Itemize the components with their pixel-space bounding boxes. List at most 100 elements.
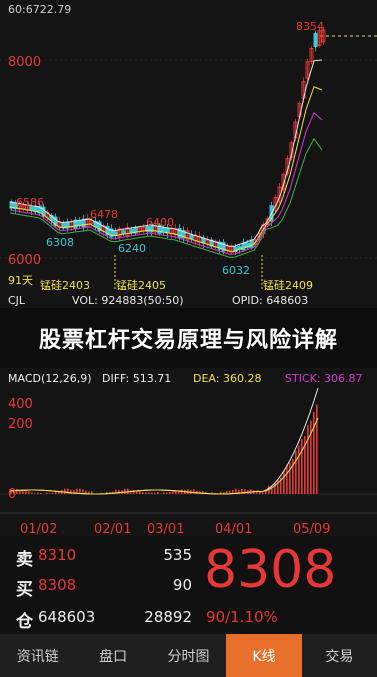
date-label-0201: 02/01 bbox=[94, 522, 131, 536]
price-label-6478: 6478 bbox=[90, 208, 118, 221]
open-interest-value: OPID: 648603 bbox=[232, 294, 309, 307]
contract-label-2405: 锰硅2405 bbox=[116, 278, 166, 292]
macd-bar bbox=[52, 492, 54, 494]
price-change: 90/1.10% bbox=[206, 608, 278, 626]
macd-bar bbox=[31, 492, 33, 494]
macd-bar bbox=[193, 489, 195, 494]
macd-bar bbox=[307, 424, 309, 494]
macd-y-label-400: 400 bbox=[8, 397, 33, 412]
article-banner[interactable]: 股票杠杆交易原理与风险详解 bbox=[0, 308, 377, 368]
sell-row[interactable]: 卖 8310 535 bbox=[16, 542, 196, 570]
macd-line bbox=[9, 387, 319, 495]
macd-bar bbox=[118, 489, 120, 494]
price-label-6032: 6032 bbox=[222, 264, 250, 277]
tab-timeshare[interactable]: 分时图 bbox=[151, 634, 226, 677]
macd-bar bbox=[256, 491, 258, 494]
macd-bar bbox=[277, 479, 279, 494]
macd-bar bbox=[34, 493, 36, 494]
axis-label-top: 8000 bbox=[8, 55, 41, 70]
buy-qty: 90 bbox=[172, 576, 192, 594]
kline-grid bbox=[0, 35, 377, 290]
macd-bar bbox=[139, 490, 141, 494]
sell-label: 卖 bbox=[16, 550, 33, 570]
macd-bar bbox=[169, 491, 171, 494]
last-price: 8308 bbox=[204, 540, 337, 600]
macd-bar bbox=[154, 492, 156, 494]
bottom-tab-bar: 资讯链 盘口 分时图 K线 交易 bbox=[0, 634, 377, 677]
macd-dea: DEA: 360.28 bbox=[193, 372, 262, 385]
macd-lines bbox=[9, 387, 319, 495]
price-label-6308: 6308 bbox=[46, 236, 74, 249]
candle bbox=[313, 32, 318, 48]
banner-title: 股票杠杆交易原理与风险详解 bbox=[38, 328, 338, 353]
candle bbox=[249, 239, 254, 248]
price-label-peak: 8354 bbox=[296, 20, 324, 33]
candle bbox=[189, 234, 194, 240]
volume-symbol: CJL bbox=[8, 294, 26, 307]
kline-chart[interactable]: 60:6722.79 8000 6000 6586 6478 6400 6308… bbox=[0, 0, 377, 300]
macd-bar bbox=[148, 492, 150, 494]
macd-bar bbox=[40, 493, 42, 494]
macd-bar bbox=[313, 411, 315, 494]
macd-bar bbox=[55, 491, 57, 494]
macd-bar bbox=[67, 488, 69, 494]
macd-bars bbox=[10, 404, 318, 494]
macd-bar bbox=[49, 493, 51, 494]
macd-bar bbox=[133, 489, 135, 494]
date-label-0401: 04/01 bbox=[215, 522, 252, 536]
buy-row[interactable]: 买 8308 90 bbox=[16, 572, 196, 600]
position-row: 仓 648603 28892 bbox=[16, 604, 196, 632]
macd-bar bbox=[163, 492, 165, 494]
axis-label-bottom: 6000 bbox=[8, 253, 41, 268]
macd-bar bbox=[166, 492, 168, 494]
macd-name: MACD(12,26,9) bbox=[8, 372, 92, 385]
macd-bar bbox=[244, 489, 246, 494]
macd-bar bbox=[37, 492, 39, 494]
position-qty: 28892 bbox=[144, 608, 192, 626]
price-label-6240: 6240 bbox=[118, 242, 146, 255]
macd-diff: DIFF: 513.71 bbox=[102, 372, 172, 385]
macd-bar bbox=[316, 404, 318, 494]
macd-bar bbox=[286, 464, 288, 494]
tab-news-chain[interactable]: 资讯链 bbox=[0, 634, 75, 677]
macd-bar bbox=[28, 490, 30, 494]
hover-value: 60:6722.79 bbox=[8, 3, 71, 16]
date-label-0301: 03/01 bbox=[147, 522, 184, 536]
date-label-0102: 01/02 bbox=[20, 522, 57, 536]
tab-kline[interactable]: K线 bbox=[226, 634, 302, 677]
macd-grid bbox=[0, 493, 377, 514]
sell-price: 8310 bbox=[38, 546, 77, 564]
position-value: 648603 bbox=[38, 608, 96, 626]
macd-bar bbox=[298, 445, 300, 494]
buy-label: 买 bbox=[16, 580, 33, 600]
macd-bar bbox=[157, 492, 159, 494]
price-label-6586: 6586 bbox=[16, 196, 44, 209]
macd-line bbox=[9, 417, 319, 495]
macd-bar bbox=[295, 450, 297, 494]
contract-label-2403: 锰硅2403 bbox=[40, 278, 90, 292]
macd-bar bbox=[64, 488, 66, 494]
tab-order-book[interactable]: 盘口 bbox=[75, 634, 150, 677]
macd-bar bbox=[151, 492, 153, 494]
macd-bar bbox=[262, 492, 264, 494]
macd-indicator-row[interactable]: MACD(12,26,9) DIFF: 513.71 DEA: 360.28 S… bbox=[0, 368, 377, 386]
macd-bar bbox=[145, 492, 147, 494]
sell-qty: 535 bbox=[163, 546, 192, 564]
date-label-0509: 05/09 bbox=[293, 522, 330, 536]
contract-label-2409: 锰硅2409 bbox=[263, 278, 313, 292]
buy-price: 8308 bbox=[38, 576, 77, 594]
tab-trade[interactable]: 交易 bbox=[302, 634, 377, 677]
volume-value: VOL: 924883(50:50) bbox=[72, 294, 184, 307]
price-label-6400: 6400 bbox=[146, 216, 174, 229]
macd-bar bbox=[172, 491, 174, 494]
position-label: 仓 bbox=[16, 612, 33, 632]
macd-bar bbox=[46, 492, 48, 494]
macd-bar bbox=[70, 489, 72, 494]
macd-bar bbox=[142, 492, 144, 494]
macd-bar bbox=[289, 462, 291, 494]
macd-bar bbox=[301, 439, 303, 494]
macd-bar bbox=[124, 488, 126, 494]
macd-chart[interactable]: 400 200 0 01/02 02/01 03/01 04/01 05/09 bbox=[0, 386, 377, 536]
period-label: 91天 bbox=[8, 274, 33, 287]
macd-y-label-200: 200 bbox=[8, 417, 33, 432]
